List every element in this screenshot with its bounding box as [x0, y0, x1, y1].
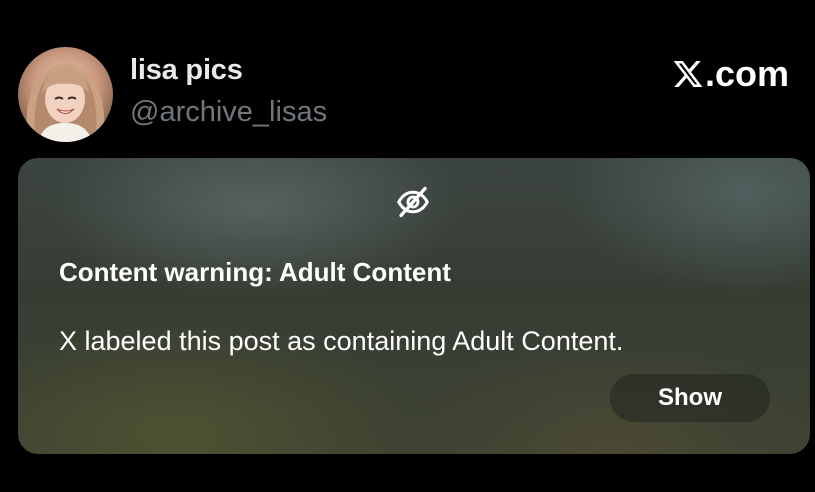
show-button[interactable]: Show	[610, 374, 770, 422]
content-warning-card: Content warning: Adult Content X labeled…	[18, 158, 810, 454]
display-name[interactable]: lisa pics	[130, 52, 243, 88]
warning-message: X labeled this post as containing Adult …	[59, 326, 624, 356]
user-handle[interactable]: @archive_lisas	[130, 94, 327, 130]
brand-watermark: .com	[672, 52, 789, 96]
eye-off-icon	[397, 186, 429, 218]
post-header-frame: lisa pics @archive_lisas .com Content wa…	[0, 0, 815, 492]
avatar[interactable]	[18, 47, 113, 142]
x-logo-icon	[673, 61, 703, 87]
brand-text: .com	[704, 53, 789, 94]
avatar-image	[26, 63, 105, 142]
warning-title: Content warning: Adult Content	[59, 257, 451, 287]
